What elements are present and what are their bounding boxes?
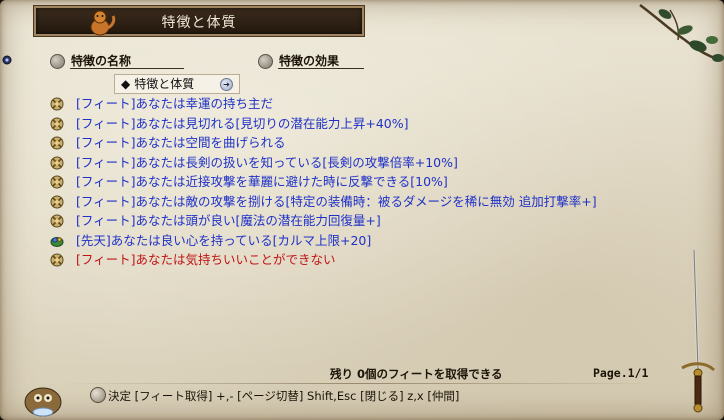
column-header-effect: 特徴の効果	[258, 52, 364, 69]
left-ornament-icon	[2, 55, 12, 65]
window-titlebar: 特徴と体質	[34, 6, 364, 36]
trait-row[interactable]: [先天]あなたは良い心を持っている[カルマ上限+20]	[50, 231, 700, 251]
vine-decoration-icon	[639, 4, 724, 62]
key-hint-text: 決定 [フィート取得] +,- [ページ切替] Shift,Esc [閉じる] …	[108, 389, 460, 403]
trait-text: [先天]あなたは良い心を持っている[カルマ上限+20]	[76, 232, 372, 248]
column-underline	[278, 68, 364, 69]
trait-text: [フィート]あなたは頭が良い[魔法の潜在能力回復量+]	[76, 213, 381, 228]
remaining-feats-text: 残り 0個のフィートを取得できる	[330, 367, 503, 381]
column-effect-label: 特徴の効果	[279, 54, 340, 68]
feat-icon	[50, 136, 64, 150]
hint-button-icon	[90, 387, 106, 403]
diamond-icon: ◆	[121, 77, 131, 91]
feat-icon	[50, 117, 64, 130]
trait-row[interactable]: [フィート]あなたは見切れる[見切りの潜在能力上昇+40%]	[50, 114, 700, 134]
sword-decoration-icon	[681, 250, 716, 413]
feat-icon	[50, 214, 64, 228]
trait-text: [フィート]あなたは近接攻撃を華麗に避けた時に反撃できる[10%]	[76, 174, 448, 189]
trait-text: [フィート]あなたは見切れる[見切りの潜在能力上昇+40%]	[76, 115, 409, 131]
category-filter-label: 特徴と体質	[134, 77, 195, 91]
trait-row[interactable]: [フィート]あなたは頭が良い[魔法の潜在能力回復量+]	[50, 211, 700, 231]
trait-row[interactable]: [フィート]あなたは空間を曲げられる	[50, 133, 700, 153]
trait-row[interactable]: [フィート]あなたは長剣の扱いを知っている[長剣の攻撃倍率+10%]	[50, 153, 700, 173]
column-underline	[70, 68, 184, 69]
category-filter[interactable]: ◆ 特徴と体質 ➔	[114, 74, 240, 94]
trait-row[interactable]: [フィート]あなたは気持ちいいことができない	[50, 250, 700, 270]
trait-text: [フィート]あなたは気持ちいいことができない	[76, 252, 336, 267]
trait-row[interactable]: [フィート]あなたは近接攻撃を華麗に避けた時に反撃できる[10%]	[50, 172, 700, 192]
trait-row[interactable]: [フィート]あなたは敵の攻撃を捌ける[特定の装備時：被るダメージを稀に無効 追加…	[50, 192, 700, 212]
feat-icon	[50, 253, 64, 267]
footer-divider	[60, 383, 660, 384]
trait-text: [フィート]あなたは幸運の持ち主だ	[76, 96, 274, 111]
trait-text: [フィート]あなたは敵の攻撃を捌ける[特定の装備時：被るダメージを稀に無効 追加…	[76, 193, 597, 209]
column-name-label: 特徴の名称	[71, 54, 132, 68]
feat-icon	[50, 97, 64, 111]
column-bullet-icon	[258, 54, 273, 69]
feat-icon	[50, 175, 64, 189]
column-bullet-icon	[50, 54, 65, 69]
page-indicator: Page.1/1	[593, 366, 649, 380]
trait-text: [フィート]あなたは長剣の扱いを知っている[長剣の攻撃倍率+10%]	[76, 154, 458, 170]
arrow-right-icon[interactable]: ➔	[220, 78, 233, 91]
trait-text: [フィート]あなたは空間を曲げられる	[76, 135, 286, 150]
feat-icon	[50, 156, 64, 169]
window-title: 特徴と体質	[161, 15, 237, 31]
critter-decoration-icon	[24, 387, 62, 417]
column-header-name: 特徴の名称	[50, 52, 184, 69]
trait-row[interactable]: [フィート]あなたは幸運の持ち主だ	[50, 94, 700, 114]
feat-icon	[50, 195, 64, 208]
trait-list: [フィート]あなたは幸運の持ち主だ [フィート]あなたは見切れる[見切りの潜在能力…	[50, 94, 700, 270]
innate-icon	[50, 236, 64, 247]
